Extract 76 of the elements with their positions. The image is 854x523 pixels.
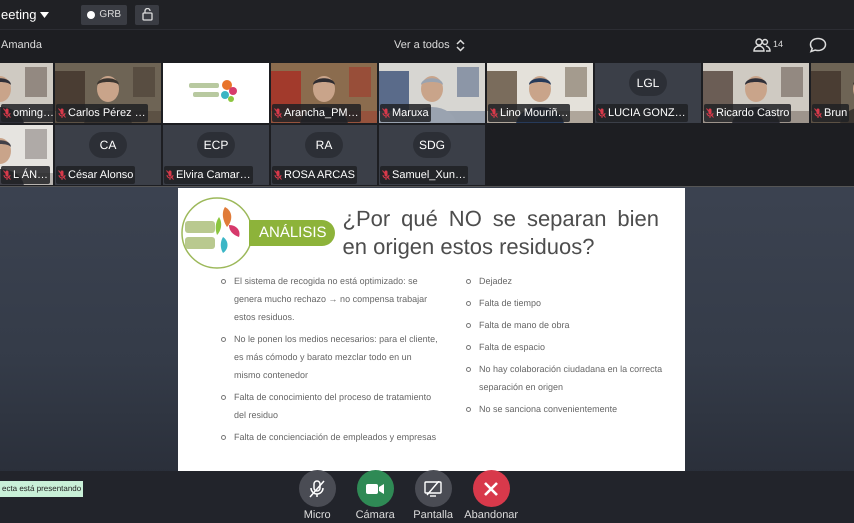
- participant-label: Brun: [812, 104, 850, 122]
- bullet-icon: [221, 395, 226, 400]
- mic-off-icon: [490, 108, 498, 118]
- leave-button[interactable]: [472, 470, 510, 507]
- participant-label: oming…: [1, 104, 53, 122]
- section-badge: ANÁLISIS: [249, 220, 335, 246]
- mic-off-icon: [309, 480, 326, 498]
- chat-button[interactable]: [809, 37, 827, 53]
- participant-label: ROSA ARCAS: [272, 166, 357, 184]
- meeting-menu[interactable]: eeting: [1, 4, 50, 24]
- avatar-initials: ECP: [197, 132, 235, 158]
- mic-off-icon: [706, 108, 714, 118]
- bullet-text: No se sanciona convenientemente: [479, 403, 618, 416]
- mic-off-icon: [3, 108, 11, 118]
- screen-share-off-icon: [424, 480, 442, 496]
- participant-label: Elvira Camar…: [164, 166, 253, 184]
- close-icon: [484, 482, 498, 496]
- bullet-icon: [221, 279, 226, 284]
- avatar-initials: RA: [305, 132, 343, 158]
- mic-off-icon: [814, 108, 822, 118]
- bullet-icon: [221, 337, 226, 342]
- participant-label: LUCIA GONZ…: [596, 104, 688, 122]
- recording-badge: GRB: [81, 4, 128, 24]
- screen-button[interactable]: [414, 470, 452, 507]
- bullet-text: No hay colaboración ciudadana en la correcta separación en origen: [479, 363, 664, 394]
- mic-off-icon: [382, 108, 390, 118]
- mic-off-icon: [3, 170, 11, 180]
- participant-label: L ÁN…: [1, 166, 50, 184]
- sort-arrows-icon: [456, 38, 465, 52]
- bullet-text: Falta de espacio: [479, 341, 546, 354]
- caret-icon: [40, 12, 50, 18]
- bullet-icon: [466, 301, 471, 306]
- control-label: Abandonar: [464, 509, 518, 521]
- slide-title: ¿Por qué NO se separan bien en origen estos residuos?: [342, 205, 659, 261]
- mic-off-icon: [274, 108, 282, 118]
- control-label: Pantalla: [413, 509, 454, 521]
- participant-label: César Alonso: [56, 166, 136, 184]
- participant-label: Carlos Pérez …: [56, 104, 148, 122]
- view-selector[interactable]: Ver a todos: [394, 36, 465, 54]
- bullet-icon: [466, 323, 471, 328]
- bullet-icon: [466, 407, 471, 412]
- bullet-text: Falta de tiempo: [479, 297, 542, 310]
- presenting-notice: ecta está presentando: [0, 481, 84, 497]
- bullet-icon: [466, 345, 471, 350]
- bullet-icon: [466, 279, 471, 284]
- mic-off-icon: [58, 108, 66, 118]
- mic-button[interactable]: [298, 470, 336, 507]
- bullet-text: No le ponen los medios necesarios: para el cliente, es más cómodo y barato mezclar todo en un mismo contenedor: [234, 333, 439, 382]
- speaker-name: Amanda: [1, 38, 43, 53]
- control-label: Cámara: [356, 509, 395, 521]
- bullet-text: Falta de mano de obra: [479, 319, 570, 332]
- bullet-text: Falta de conocimiento del proceso de tratamiento del residuo: [234, 391, 432, 422]
- bullet-icon: [466, 367, 471, 372]
- avatar-initials: CA: [89, 132, 127, 158]
- avatar-initials: SDG: [413, 132, 451, 158]
- participant-label: Samuel_Xun…: [380, 166, 468, 184]
- bullet-text: Dejadez: [479, 275, 512, 288]
- bullet-icon: [221, 435, 226, 440]
- camera-icon: [366, 482, 384, 494]
- participant-label: Arancha_PM…: [272, 104, 361, 122]
- lock-icon: [142, 8, 153, 21]
- bullet-text: El sistema de recogida no está optimizado: se genera mucho rechazo → no compensa trabajar estos residuos.: [234, 275, 428, 324]
- participants-button[interactable]: 14: [752, 38, 783, 52]
- camera-button[interactable]: [356, 470, 394, 507]
- mic-off-icon: [274, 170, 282, 180]
- mic-off-icon: [58, 170, 66, 180]
- avatar-initials: LGL: [629, 70, 667, 96]
- participant-label: Ricardo Castro: [704, 104, 792, 122]
- mic-off-icon: [598, 108, 606, 118]
- bullet-text: Falta de concienciación de empleados y empresas: [234, 431, 436, 444]
- participant-label: Maruxa: [380, 104, 431, 122]
- lock-button[interactable]: [135, 4, 160, 24]
- participant-label: Lino Mouriñ…: [488, 104, 570, 122]
- control-label: Micro: [304, 509, 331, 521]
- mic-off-icon: [166, 170, 174, 180]
- mic-off-icon: [382, 170, 390, 180]
